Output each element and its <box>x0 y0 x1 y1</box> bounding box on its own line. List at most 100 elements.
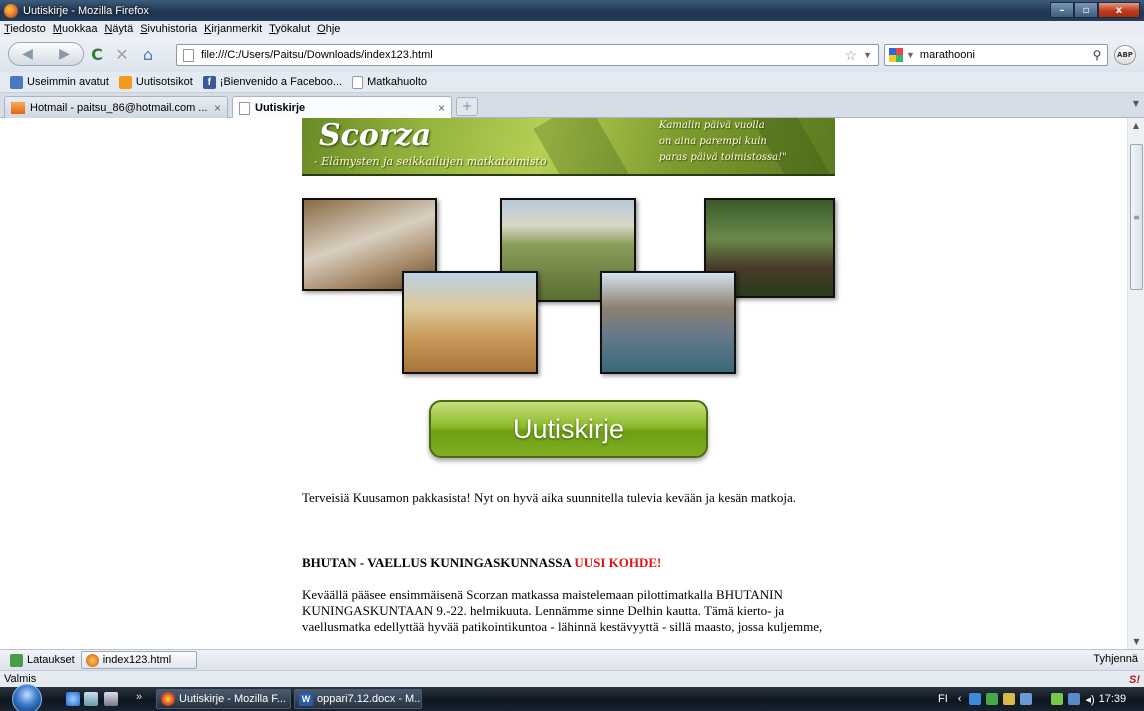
facebook-icon: f <box>202 75 216 89</box>
menu-view[interactable]: Näytä <box>104 23 133 35</box>
messenger-icon[interactable] <box>986 693 999 705</box>
photo-desert-rider <box>402 271 538 374</box>
tray-expand-icon[interactable]: ‹ <box>958 693 962 705</box>
download-icon <box>10 653 23 667</box>
status-text: Valmis <box>4 673 37 685</box>
clock[interactable]: 17:39 <box>1099 693 1127 705</box>
downloads-label[interactable]: Lataukset <box>10 653 75 667</box>
system-tray: FI ‹ ◂) 17:39 <box>938 687 1126 711</box>
addon-status-icon[interactable]: S! <box>1129 672 1140 688</box>
bookmark-label: Uutisotsikot <box>135 76 193 88</box>
bookmark-star-icon[interactable]: ☆ <box>845 47 858 64</box>
vertical-scrollbar[interactable]: ▲ ≡ ▼ <box>1127 118 1144 649</box>
most-visited-icon <box>10 75 23 89</box>
window-titlebar: Uutiskirje - Mozilla Firefox – ▫ x <box>0 0 1144 21</box>
quick-launch-more-icon[interactable]: » <box>136 691 142 703</box>
heading-text: BHUTAN - VAELLUS KUNINGASKUNNASSA <box>302 555 572 570</box>
tab-hotmail[interactable]: Hotmail - paitsu_86@hotmail.com ... × <box>4 96 228 118</box>
bookmark-matkahuolto[interactable]: Matkahuolto <box>352 75 427 89</box>
downloads-text: Lataukset <box>27 654 75 666</box>
menu-tools[interactable]: Työkalut <box>269 23 310 35</box>
word-icon: W <box>299 692 313 706</box>
downloads-bar: Lataukset index123.html Tyhjennä <box>0 649 1144 670</box>
new-destination-badge: UUSI KOHDE! <box>574 555 662 570</box>
bookmark-facebook[interactable]: f ¡Bienvenido a Faceboo... <box>202 75 343 89</box>
bookmark-most-visited[interactable]: Useimmin avatut <box>10 75 109 89</box>
search-bar[interactable]: ▼ marathooni ⚲ <box>884 44 1108 66</box>
bookmark-label: Useimmin avatut <box>27 76 109 88</box>
stop-icon[interactable]: ✕ <box>112 45 132 64</box>
file-icon <box>85 653 99 667</box>
status-bar: Valmis S! <box>0 670 1144 687</box>
bookmarks-toolbar: Useimmin avatut Uutisotsikot f ¡Bienveni… <box>0 72 1144 93</box>
search-input[interactable]: marathooni <box>920 49 1087 61</box>
search-icon[interactable]: ⚲ <box>1087 48 1107 62</box>
bookmark-news-feeds[interactable]: Uutisotsikot <box>118 75 193 89</box>
tab-uutiskirje[interactable]: Uutiskirje × <box>232 96 452 119</box>
battery-icon[interactable] <box>1051 693 1064 705</box>
switch-windows-icon[interactable] <box>104 692 118 706</box>
tray-app-icon[interactable] <box>1003 693 1016 705</box>
language-indicator[interactable]: FI <box>938 693 948 705</box>
history-dropdown-icon[interactable]: ▼ <box>863 50 872 60</box>
page-icon <box>352 75 364 89</box>
windows-taskbar: » Uutiskirje - Mozilla F... W oppari7.12… <box>0 684 1144 711</box>
brand-logo: Scorza <box>319 118 432 153</box>
scroll-up-icon[interactable]: ▲ <box>1128 118 1144 133</box>
menu-bookmarks[interactable]: Kirjanmerkit <box>204 23 262 35</box>
article-body: Keväällä pääsee ensimmäisenä Scorzan mat… <box>302 587 823 634</box>
menu-file[interactable]: Tiedosto <box>4 23 46 35</box>
banner-quote: Kamalin päivä vuolla on aina parempi kui… <box>659 118 787 166</box>
download-item-label: index123.html <box>102 654 172 666</box>
clear-downloads-button[interactable]: Tyhjennä <box>1093 653 1138 665</box>
scroll-thumb[interactable]: ≡ <box>1130 144 1143 290</box>
tab-list-icon[interactable]: ▼ <box>1130 99 1142 113</box>
adblock-plus-button[interactable]: ABP <box>1114 45 1136 65</box>
taskbar-firefox[interactable]: Uutiskirje - Mozilla F... <box>156 689 291 709</box>
article-heading: BHUTAN - VAELLUS KUNINGASKUNNASSA UUSI K… <box>302 555 842 571</box>
maximize-button[interactable]: ▫ <box>1074 2 1098 18</box>
tab-close-icon[interactable]: × <box>438 101 445 115</box>
page-content: Scorza - Elämysten ja seikkailujen matka… <box>0 118 1127 649</box>
bookmark-label: ¡Bienvenido a Faceboo... <box>219 76 343 88</box>
start-button[interactable] <box>12 684 42 711</box>
quote-line: Kamalin päivä vuolla <box>659 120 765 131</box>
brand-tagline: - Elämysten ja seikkailujen matkatoimist… <box>314 155 547 168</box>
intro-text: Terveisiä Kuusamon pakkasista! Nyt on hy… <box>302 490 797 505</box>
network-icon[interactable] <box>1068 693 1081 705</box>
scroll-down-icon[interactable]: ▼ <box>1128 634 1144 649</box>
engine-dropdown-icon[interactable]: ▼ <box>906 50 915 60</box>
forward-arrow-icon[interactable]: ▶ <box>59 46 70 62</box>
tray-app-icon[interactable] <box>969 693 982 705</box>
menu-history[interactable]: Sivuhistoria <box>140 23 197 35</box>
tab-label: Hotmail - paitsu_86@hotmail.com ... <box>30 101 208 114</box>
navigation-toolbar: ◀ ▶ C ✕ ⌂ file:///C:/Users/Paitsu/Downlo… <box>0 37 1144 72</box>
back-forward-group: ◀ ▶ <box>8 42 84 66</box>
home-icon[interactable]: ⌂ <box>138 45 158 64</box>
google-icon[interactable] <box>889 48 903 62</box>
newsletter-button[interactable]: Uutiskirje <box>429 400 708 458</box>
firefox-icon <box>161 692 175 706</box>
quote-line: paras päivä toimistossa!" <box>659 152 787 163</box>
menu-edit[interactable]: Muokkaa <box>53 23 98 35</box>
close-button[interactable]: x <box>1098 2 1140 18</box>
rss-icon <box>118 75 132 89</box>
window-title: Uutiskirje - Mozilla Firefox <box>23 4 149 17</box>
reload-icon[interactable]: C <box>87 45 107 64</box>
taskbar-word[interactable]: W oppari7.12.docx - M... <box>294 689 422 709</box>
volume-icon[interactable]: ◂) <box>1085 693 1094 706</box>
back-arrow-icon[interactable]: ◀ <box>22 46 33 62</box>
menu-help[interactable]: Ohje <box>317 23 340 35</box>
minimize-button[interactable]: – <box>1050 2 1074 18</box>
tray-app-icon[interactable] <box>1020 693 1033 705</box>
leaf-decoration <box>533 118 631 174</box>
address-input[interactable]: file:///C:/Users/Paitsu/Downloads/index1… <box>201 49 845 61</box>
task-label: Uutiskirje - Mozilla F... <box>179 693 286 705</box>
tab-label: Uutiskirje <box>255 102 306 114</box>
download-item[interactable]: index123.html <box>80 651 197 669</box>
new-tab-button[interactable]: + <box>456 97 478 116</box>
show-desktop-icon[interactable] <box>84 692 98 706</box>
internet-explorer-icon[interactable] <box>66 692 80 706</box>
address-bar[interactable]: file:///C:/Users/Paitsu/Downloads/index1… <box>176 44 879 66</box>
tab-close-icon[interactable]: × <box>214 101 221 115</box>
